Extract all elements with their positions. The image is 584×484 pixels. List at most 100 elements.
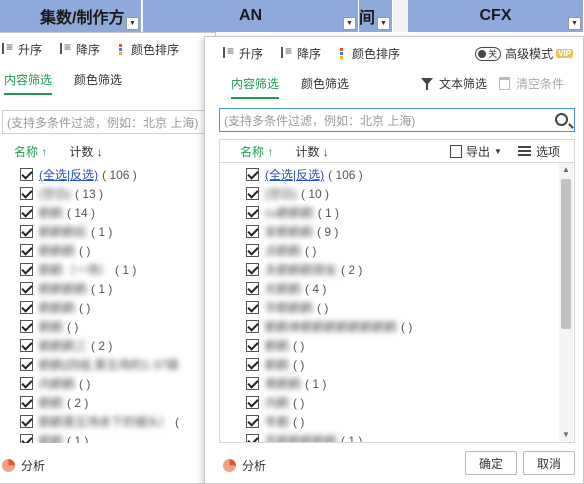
- list-item[interactable]: co鹤鹤鹤( 1 ): [246, 203, 574, 222]
- column-header-an[interactable]: AN ▼: [143, 0, 359, 32]
- filter-dropdown-icon[interactable]: ▼: [568, 17, 581, 30]
- search-input[interactable]: (支持多条件过滤，例如：北京 上海): [2, 110, 212, 134]
- list-item[interactable]: 内鹤( ): [246, 393, 574, 412]
- analysis-button[interactable]: 分析: [223, 457, 266, 474]
- select-all-link[interactable]: (全选|反选): [39, 166, 98, 183]
- list-item[interactable]: 鹤鹤(四组,第五场的1-37镜: [20, 355, 214, 374]
- list-item-select-all[interactable]: (全选|反选) ( 106 ): [20, 165, 214, 184]
- checkbox[interactable]: [20, 168, 33, 181]
- list-item[interactable]: (空白) ( 13 ): [20, 184, 214, 203]
- list-item[interactable]: 安鹤鹤鹤( 9 ): [246, 222, 574, 241]
- list-item[interactable]: 华鹤鹤鹤( ): [246, 298, 574, 317]
- clear-conditions-button[interactable]: 清空条件: [516, 75, 564, 92]
- checkbox[interactable]: [246, 206, 259, 219]
- checkbox[interactable]: [20, 244, 33, 257]
- checkbox[interactable]: [20, 434, 33, 443]
- checkbox[interactable]: [20, 377, 33, 390]
- checkbox[interactable]: [246, 244, 259, 257]
- checkbox[interactable]: [246, 415, 259, 428]
- checkbox[interactable]: [20, 396, 33, 409]
- export-button[interactable]: 导出 ▼: [450, 143, 502, 160]
- options-button[interactable]: 选项: [518, 143, 560, 160]
- list-item[interactable]: 鹤鹤鹤三( 2 ): [20, 336, 214, 355]
- sort-desc-button[interactable]: 降序: [60, 40, 100, 58]
- sort-asc-button[interactable]: 升序: [2, 40, 42, 58]
- list-item[interactable]: 光鹤鹤( 4 ): [246, 279, 574, 298]
- list-item[interactable]: (空白) ( 10 ): [246, 184, 574, 203]
- select-all-link[interactable]: (全选|反选): [265, 166, 324, 183]
- filter-dropdown-icon[interactable]: ▼: [126, 17, 139, 30]
- checkbox[interactable]: [246, 377, 259, 390]
- tab-content-filter[interactable]: 内容筛选: [231, 75, 280, 99]
- header-name[interactable]: 名称 ↑: [240, 143, 273, 160]
- tab-color-filter[interactable]: 颜色筛选: [74, 71, 122, 93]
- column-header-partial[interactable]: 间 ▼: [359, 0, 393, 32]
- checkbox[interactable]: [20, 282, 33, 295]
- checkbox[interactable]: [20, 301, 33, 314]
- list-item[interactable]: 鹤鹤( 2 ): [20, 393, 214, 412]
- checkbox[interactable]: [20, 320, 33, 333]
- list-item[interactable]: 鹤鹤鹤( ): [20, 241, 214, 260]
- list-item[interactable]: 鹤鹤( 1 ): [20, 431, 214, 443]
- list-item[interactable]: 夫鹤鹤鹤朋友( 2 ): [246, 260, 574, 279]
- list-item-select-all[interactable]: (全选|反选) ( 106 ): [246, 165, 574, 184]
- analysis-button[interactable]: 分析: [2, 457, 45, 474]
- list-item[interactable]: 鹤鹤第五场余下的镜头）(: [20, 412, 214, 431]
- list-item[interactable]: 南鹤鹤( 1 ): [246, 374, 574, 393]
- checkbox[interactable]: [246, 320, 259, 333]
- list-item[interactable]: 年鹤( ): [246, 412, 574, 431]
- checkbox[interactable]: [246, 168, 259, 181]
- column-header-cfx[interactable]: CFX ▼: [408, 0, 584, 32]
- list-item[interactable]: 内鹤鹤( ): [20, 374, 214, 393]
- checkbox[interactable]: [246, 263, 259, 276]
- checkbox[interactable]: [20, 415, 33, 428]
- list-item[interactable]: 鹤鹤( ): [20, 317, 214, 336]
- checkbox[interactable]: [20, 358, 33, 371]
- checkbox[interactable]: [246, 339, 259, 352]
- list-item[interactable]: 鹤鹤( ): [246, 336, 574, 355]
- color-sort-button[interactable]: 颜色排序: [118, 41, 179, 58]
- list-item[interactable]: 鹤鹤单鹤鹤鹤鹤鹤鹤鹤鹤( ): [246, 317, 574, 336]
- header-name[interactable]: 名称 ↑: [14, 143, 47, 160]
- list-item[interactable]: 鹤鹤鹤虹( 1 ): [20, 222, 214, 241]
- checkbox[interactable]: [20, 187, 33, 200]
- list-item[interactable]: 苏鹤鹤鹤鹤鹤( 1 ): [246, 431, 574, 442]
- scroll-up-icon[interactable]: ▲: [562, 165, 570, 174]
- checkbox[interactable]: [20, 206, 33, 219]
- search-icon[interactable]: [555, 113, 568, 126]
- checkbox[interactable]: [20, 263, 33, 276]
- list-item[interactable]: 鹤鹤（一场）( 1 ): [20, 260, 214, 279]
- list-item[interactable]: 鹤鹤( ): [246, 355, 574, 374]
- checkbox[interactable]: [246, 187, 259, 200]
- sort-desc-button[interactable]: 降序: [281, 44, 321, 62]
- advanced-mode-toggle[interactable]: 关: [475, 46, 502, 61]
- checkbox[interactable]: [20, 225, 33, 238]
- search-input[interactable]: (支持多条件过滤，例如：北京 上海): [219, 108, 575, 132]
- color-sort-button[interactable]: 颜色排序: [339, 45, 400, 62]
- sort-asc-button[interactable]: 升序: [223, 44, 263, 62]
- tab-color-filter[interactable]: 颜色筛选: [301, 75, 349, 97]
- header-count[interactable]: 计数 ↓: [295, 143, 328, 160]
- list-item[interactable]: 鹤鹤鹤( ): [20, 298, 214, 317]
- ok-button[interactable]: 确定: [465, 451, 517, 475]
- checkbox[interactable]: [246, 358, 259, 371]
- list-item[interactable]: 鹤鹤鹤鹤( 1 ): [20, 279, 214, 298]
- list-item[interactable]: 点鹤鹤( ): [246, 241, 574, 260]
- checkbox[interactable]: [246, 225, 259, 238]
- checkbox[interactable]: [246, 282, 259, 295]
- checkbox[interactable]: [246, 301, 259, 314]
- filter-dropdown-icon[interactable]: ▼: [343, 17, 356, 30]
- column-header-episode[interactable]: 集数/制作方 ▼: [0, 0, 142, 32]
- text-filter-button[interactable]: 文本筛选: [439, 75, 487, 92]
- checkbox[interactable]: [246, 434, 259, 442]
- checkbox[interactable]: [20, 339, 33, 352]
- cancel-button[interactable]: 取消: [523, 451, 575, 475]
- scroll-thumb[interactable]: [561, 179, 571, 329]
- header-count[interactable]: 计数 ↓: [69, 143, 102, 160]
- tab-content-filter[interactable]: 内容筛选: [4, 71, 53, 95]
- vertical-scrollbar[interactable]: ▲ ▼: [559, 163, 573, 441]
- filter-dropdown-icon[interactable]: ▼: [377, 17, 390, 30]
- advanced-mode[interactable]: 关 高级模式 VIP: [475, 45, 573, 62]
- checkbox[interactable]: [246, 396, 259, 409]
- list-item[interactable]: 鹤鹤( 14 ): [20, 203, 214, 222]
